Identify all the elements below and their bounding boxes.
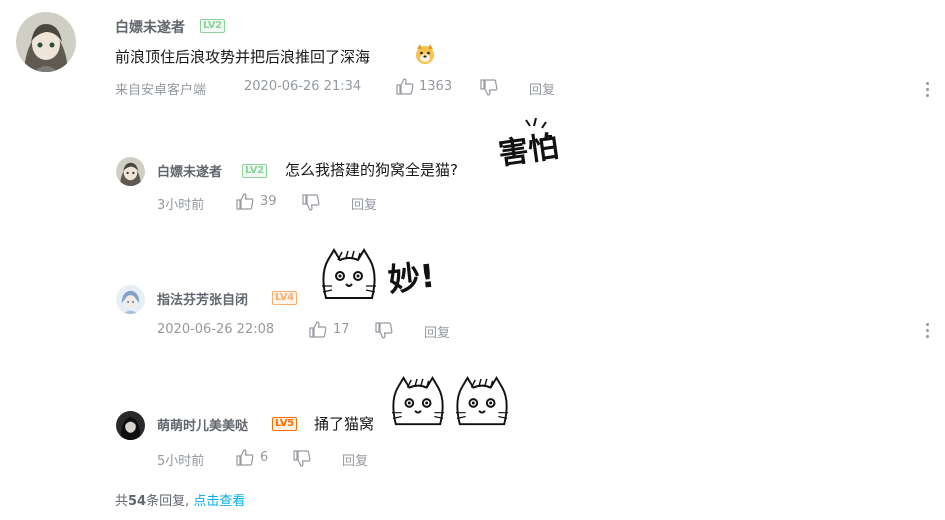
miao-text-sticker-icon: 妙! xyxy=(386,253,438,300)
thumb-up-icon[interactable] xyxy=(309,321,327,342)
level-badge: LV2 xyxy=(200,19,225,33)
more-vertical-icon[interactable] xyxy=(926,82,930,100)
dog-emoji-icon xyxy=(414,43,436,65)
scared-sticker-icon: 害怕 xyxy=(496,117,561,176)
avatar[interactable] xyxy=(116,285,145,314)
thumb-down-icon[interactable] xyxy=(302,194,320,215)
reply-button[interactable]: 回复 xyxy=(424,322,450,341)
cat-face-sticker-icon xyxy=(452,376,512,430)
avatar[interactable] xyxy=(116,411,145,440)
avatar[interactable] xyxy=(116,157,145,186)
level-badge: LV5 xyxy=(272,417,297,431)
reply-time: 2020-06-26 22:08 xyxy=(157,322,275,337)
reply-button[interactable]: 回复 xyxy=(351,194,377,213)
username[interactable]: 萌萌时儿美美哒 xyxy=(157,415,248,434)
username[interactable]: 白嫖未遂者 xyxy=(157,161,222,180)
like-count: 39 xyxy=(260,194,277,209)
comment-text: 前浪顶住后浪攻势并把后浪推回了深海 xyxy=(115,48,371,66)
view-replies-link[interactable]: 点击查看 xyxy=(193,494,245,509)
reply-count-summary: 共54条回复, 点击查看 xyxy=(115,490,245,509)
thumb-down-icon[interactable] xyxy=(480,79,498,100)
reply-time: 5小时前 xyxy=(157,454,205,469)
reply-count: 54 xyxy=(128,494,147,509)
reply-count-prefix: 共 xyxy=(115,494,129,509)
thumb-down-icon[interactable] xyxy=(375,322,393,343)
reply-time: 3小时前 xyxy=(157,198,205,213)
like-count: 17 xyxy=(333,322,350,337)
thumb-up-icon[interactable] xyxy=(236,449,254,470)
thumb-up-icon[interactable] xyxy=(236,193,254,214)
like-count: 6 xyxy=(260,450,269,465)
reply-count-suffix: 条回复, xyxy=(146,494,190,509)
comment-source: 来自安卓客户端 xyxy=(115,83,207,98)
avatar[interactable] xyxy=(16,12,76,72)
more-vertical-icon[interactable] xyxy=(926,323,930,341)
level-badge: LV2 xyxy=(242,164,267,178)
comment-time: 2020-06-26 21:34 xyxy=(244,79,362,94)
cat-face-sticker-icon xyxy=(388,376,448,430)
reply-button[interactable]: 回复 xyxy=(342,450,368,469)
cat-face-sticker-icon xyxy=(318,248,380,304)
username[interactable]: 指法芬芳张自闭 xyxy=(157,289,248,308)
username[interactable]: 白嫖未遂者 xyxy=(115,17,185,37)
reply-button[interactable]: 回复 xyxy=(529,79,555,98)
reply-text: 怎么我搭建的狗窝全是猫? xyxy=(285,161,458,179)
like-count: 1363 xyxy=(419,79,453,94)
level-badge: LV4 xyxy=(272,291,297,305)
thumb-up-icon[interactable] xyxy=(396,78,414,99)
svg-text:妙!: 妙! xyxy=(386,257,436,299)
thumb-down-icon[interactable] xyxy=(293,450,311,471)
reply-text: 捅了猫窝 xyxy=(314,415,375,433)
